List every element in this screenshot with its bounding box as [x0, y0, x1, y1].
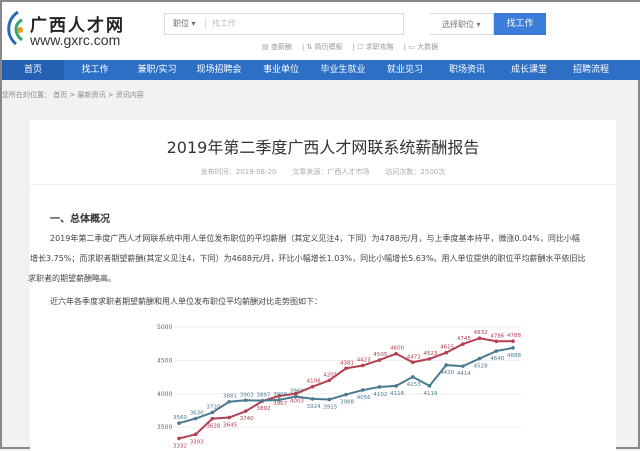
data-label: 3630: [190, 411, 204, 417]
data-point: [227, 416, 231, 420]
data-label: 3740: [240, 416, 254, 422]
data-point: [194, 417, 198, 421]
data-label: 4102: [373, 392, 387, 398]
data-point: [328, 379, 332, 383]
data-label: 4528: [474, 364, 488, 370]
data-label: 3915: [323, 404, 337, 410]
data-point: [344, 393, 348, 397]
data-point: [344, 367, 348, 371]
data-label: 3897: [257, 393, 271, 399]
data-label: 3560: [173, 415, 187, 421]
data-label: 4106: [307, 379, 321, 385]
data-point: [211, 411, 215, 415]
data-label: 3967: [273, 401, 287, 407]
data-label: 4414: [457, 371, 471, 377]
data-label: 4745: [457, 336, 471, 342]
data-point: [495, 349, 499, 353]
data-point: [177, 421, 181, 425]
data-label: 4118: [390, 391, 404, 397]
data-label: 3903: [240, 392, 254, 398]
data-point: [461, 364, 465, 368]
data-point: [277, 398, 281, 402]
y-tick-label: 4500: [157, 357, 172, 364]
data-point: [194, 433, 198, 437]
data-point: [177, 437, 181, 441]
data-label: 4201: [323, 372, 337, 378]
data-point: [378, 358, 382, 362]
data-label: 3720: [206, 405, 220, 411]
data-label: 4472: [407, 354, 421, 360]
data-point: [311, 397, 315, 401]
data-label: 4423: [357, 358, 371, 364]
data-point: [444, 363, 448, 367]
data-point: [394, 352, 398, 356]
data-label: 4056: [357, 395, 371, 401]
data-point: [328, 398, 332, 402]
data-label: 4640: [490, 356, 504, 362]
data-point: [428, 357, 432, 361]
data-label: 3628: [206, 424, 220, 430]
data-point: [495, 339, 499, 343]
data-label: 3909: [273, 392, 287, 398]
y-tick-label: 3500: [157, 424, 172, 431]
data-point: [211, 417, 215, 421]
data-label: 4381: [340, 360, 354, 366]
data-point: [411, 375, 415, 379]
data-point: [261, 399, 265, 403]
data-label: 3645: [223, 423, 237, 429]
y-tick-label: 4000: [157, 391, 172, 398]
data-point: [511, 339, 515, 343]
data-label: 3924: [307, 404, 321, 410]
data-label: 4253: [407, 382, 421, 388]
data-point: [311, 385, 315, 389]
data-point: [478, 336, 482, 340]
data-label: 4832: [474, 330, 488, 336]
data-label: 3960: [290, 388, 304, 394]
data-label: 4430: [440, 370, 454, 376]
salary-trend-chart: 5000450040003500333233933628364537403892…: [2, 2, 640, 451]
data-point: [411, 360, 415, 364]
data-label: 3988: [340, 400, 354, 406]
data-point: [378, 385, 382, 389]
data-point: [394, 384, 398, 388]
data-label: 4003: [290, 399, 304, 405]
data-point: [428, 384, 432, 388]
data-label: 4505: [373, 352, 387, 358]
y-tick-label: 5000: [157, 324, 172, 331]
series-line-1: [179, 348, 513, 423]
data-label: 4615: [440, 345, 454, 351]
data-point: [227, 400, 231, 404]
data-point: [461, 342, 465, 346]
data-point: [511, 346, 515, 350]
data-point: [244, 398, 248, 402]
data-label: 4119: [424, 391, 438, 397]
data-label: 4523: [424, 351, 438, 357]
data-label: 4600: [390, 346, 404, 352]
data-point: [244, 409, 248, 413]
data-point: [478, 357, 482, 361]
data-point: [361, 364, 365, 368]
data-label: 3892: [257, 406, 271, 412]
data-label: 3393: [190, 439, 204, 445]
data-point: [294, 395, 298, 399]
data-label: 4786: [490, 333, 504, 339]
data-label: 3881: [223, 394, 237, 400]
data-label: 4688: [507, 353, 521, 359]
data-label: 4788: [507, 333, 521, 339]
data-point: [444, 351, 448, 355]
data-point: [361, 388, 365, 392]
